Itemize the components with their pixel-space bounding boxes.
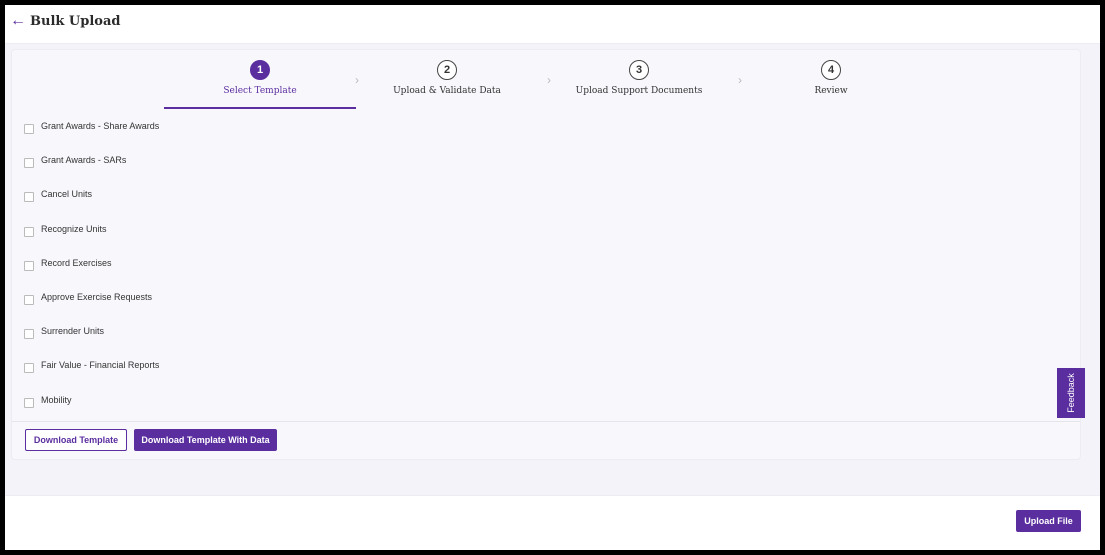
template-checkbox[interactable] bbox=[24, 192, 34, 203]
step-select-template[interactable]: 1 Select Template bbox=[164, 60, 356, 96]
template-option[interactable]: Grant Awards - SARs bbox=[24, 154, 159, 188]
step-label: Select Template bbox=[223, 86, 297, 96]
template-checkbox[interactable] bbox=[24, 158, 34, 169]
template-checkbox[interactable] bbox=[24, 124, 34, 134]
arrow-left-icon[interactable]: ← bbox=[10, 13, 26, 29]
template-checkbox[interactable] bbox=[24, 397, 34, 408]
template-checkbox[interactable] bbox=[24, 294, 34, 305]
template-label: Cancel Units bbox=[41, 189, 93, 200]
download-template-with-data-button[interactable]: Download Template With Data bbox=[134, 429, 277, 451]
divider bbox=[12, 421, 1080, 422]
upload-file-button[interactable]: Upload File bbox=[1016, 510, 1081, 532]
template-label: Approve Exercise Requests bbox=[41, 291, 153, 302]
template-label: Fair Value - Financial Reports bbox=[41, 360, 160, 371]
template-checkbox[interactable] bbox=[24, 329, 34, 340]
page-title: Bulk Upload bbox=[30, 14, 121, 29]
template-option[interactable]: Grant Awards - Share Awards bbox=[24, 120, 159, 154]
feedback-tab[interactable]: Feedback bbox=[1057, 368, 1085, 418]
feedback-label: Feedback bbox=[1066, 373, 1076, 413]
template-label: Grant Awards - Share Awards bbox=[41, 121, 160, 131]
step-number: 1 bbox=[250, 60, 270, 80]
template-label: Record Exercises bbox=[41, 257, 112, 268]
template-option[interactable]: Approve Exercise Requests bbox=[24, 291, 159, 325]
step-label: Review bbox=[814, 86, 848, 96]
template-option[interactable]: Recognize Units bbox=[24, 223, 159, 257]
step-number: 2 bbox=[437, 60, 457, 80]
template-option[interactable]: Surrender Units bbox=[24, 325, 159, 359]
step-upload-validate[interactable]: 2 Upload & Validate Data bbox=[351, 60, 543, 96]
step-label: Upload & Validate Data bbox=[393, 86, 501, 96]
bulk-upload-panel: 1 Select Template › 2 Upload & Validate … bbox=[11, 49, 1081, 460]
step-number: 4 bbox=[821, 60, 841, 80]
template-label: Recognize Units bbox=[41, 223, 107, 234]
step-number: 3 bbox=[629, 60, 649, 80]
stepper: 1 Select Template › 2 Upload & Validate … bbox=[12, 50, 1080, 110]
download-template-button[interactable]: Download Template bbox=[25, 429, 127, 451]
template-option[interactable]: Mobility bbox=[24, 394, 159, 428]
app-window: ← Bulk Upload 1 Select Template › 2 Uplo… bbox=[0, 0, 1105, 555]
step-upload-support-documents[interactable]: 3 Upload Support Documents bbox=[543, 60, 735, 96]
template-option[interactable]: Cancel Units bbox=[24, 188, 159, 222]
template-checkbox[interactable] bbox=[24, 260, 34, 271]
template-label: Surrender Units bbox=[41, 326, 105, 337]
template-list: Grant Awards - Share Awards Grant Awards… bbox=[24, 120, 159, 428]
template-label: Grant Awards - SARs bbox=[41, 155, 127, 166]
active-step-underline bbox=[164, 107, 356, 109]
template-checkbox[interactable] bbox=[24, 363, 34, 374]
template-checkbox[interactable] bbox=[24, 226, 34, 237]
step-review[interactable]: 4 Review bbox=[735, 60, 927, 96]
template-option[interactable]: Fair Value - Financial Reports bbox=[24, 359, 159, 393]
template-label: Mobility bbox=[41, 394, 72, 405]
step-label: Upload Support Documents bbox=[575, 86, 703, 96]
page-footer bbox=[5, 495, 1100, 550]
template-option[interactable]: Record Exercises bbox=[24, 257, 159, 291]
page-header: ← Bulk Upload bbox=[5, 5, 1100, 44]
